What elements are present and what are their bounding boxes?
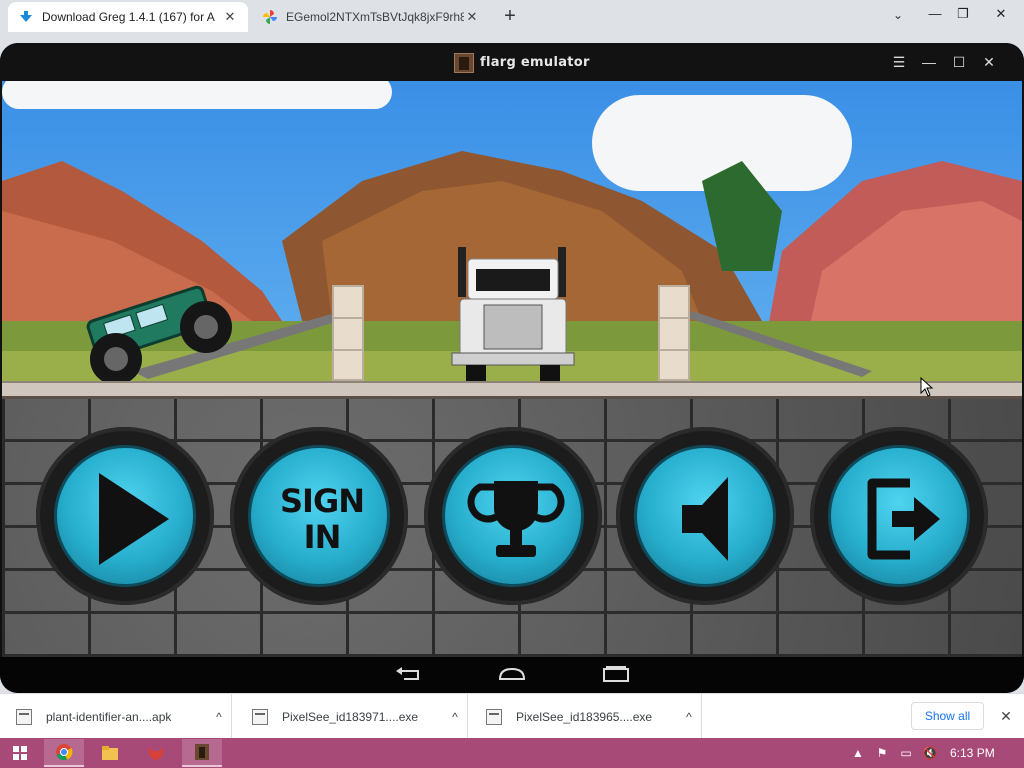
play-button[interactable] <box>36 427 214 605</box>
stone-pillar <box>658 285 690 381</box>
exit-button-face <box>828 445 970 587</box>
chevron-up-icon[interactable]: ^ <box>677 710 701 724</box>
emulator-app-icon <box>195 744 209 760</box>
white-truck-sprite <box>451 247 575 383</box>
tab-egemol[interactable]: EGemol2NTXmTsBVtJqk8jxF9rh8 ✕ <box>252 2 490 32</box>
ground-strip <box>2 381 1022 399</box>
file-explorer-icon <box>102 746 118 760</box>
window-restore-button[interactable]: ❐ <box>946 0 980 30</box>
play-icon <box>57 448 199 590</box>
flag-icon[interactable]: ⚑ <box>874 745 890 761</box>
emulator-minimize-button[interactable]: — <box>916 51 942 73</box>
download-filename: plant-identifier-an....apk <box>46 709 172 724</box>
emulator-title: flarg emulator <box>480 55 590 70</box>
tab-close-button[interactable]: ✕ <box>222 9 238 25</box>
file-icon <box>16 708 32 725</box>
play-button-face <box>54 445 196 587</box>
download-item[interactable]: PixelSee_id183965....exe ^ <box>470 694 702 739</box>
leaderboard-button-face <box>442 445 584 587</box>
window-close-button[interactable]: ✕ <box>984 0 1018 30</box>
download-arrow-icon <box>20 11 32 22</box>
download-filename: PixelSee_id183965....exe <box>516 709 653 724</box>
download-filename: PixelSee_id183971....exe <box>282 709 419 724</box>
exit-button[interactable] <box>810 427 988 605</box>
file-icon <box>486 708 502 725</box>
network-icon[interactable]: ▭ <box>898 745 914 761</box>
sign-in-line-2: IN <box>303 518 342 556</box>
tab-search-chevron-icon[interactable]: ⌄ <box>888 8 908 28</box>
speaker-icon <box>637 448 779 590</box>
mouse-cursor-icon <box>920 377 934 397</box>
android-nav-bar <box>0 657 1024 693</box>
emulator-menu-button[interactable]: ☰ <box>886 51 912 73</box>
trophy-icon <box>445 448 587 590</box>
exit-door-icon <box>831 448 973 590</box>
download-item[interactable]: plant-identifier-an....apk ^ <box>0 694 232 739</box>
chevron-up-icon[interactable]: ^ <box>207 710 231 724</box>
cloud <box>2 81 392 109</box>
sign-in-button[interactable]: SIGN IN <box>230 427 408 605</box>
file-icon <box>252 708 268 725</box>
leaderboard-button[interactable] <box>424 427 602 605</box>
home-icon[interactable] <box>492 663 532 685</box>
stone-pillar <box>332 285 364 381</box>
tab-close-button[interactable]: ✕ <box>464 9 480 25</box>
sign-in-label: SIGN IN <box>251 448 393 590</box>
windows-taskbar: ▲ ⚑ ▭ 🔇 6:13 PM <box>0 738 1024 768</box>
recents-icon[interactable] <box>596 663 636 685</box>
new-tab-button[interactable]: + <box>498 5 522 29</box>
browser-tab-strip: Download Greg 1.4.1 (167) for A ✕ EGemol… <box>0 0 1024 36</box>
tab-download-greg[interactable]: Download Greg 1.4.1 (167) for A ✕ <box>8 2 248 32</box>
chevron-up-icon[interactable]: ^ <box>443 710 467 724</box>
shelf-close-button[interactable]: ✕ <box>996 702 1016 730</box>
tab-title: EGemol2NTXmTsBVtJqk8jxF9rh8 <box>286 10 464 24</box>
taskbar-clock[interactable]: 6:13 PM <box>950 746 995 760</box>
sign-in-button-face: SIGN IN <box>248 445 390 587</box>
photos-pinwheel-icon <box>263 10 277 24</box>
taskbar-fox-app[interactable] <box>136 739 176 767</box>
sound-button-face <box>634 445 776 587</box>
show-all-button[interactable]: Show all <box>911 702 984 730</box>
back-icon[interactable] <box>388 663 428 685</box>
emulator-logo-icon <box>454 53 474 73</box>
taskbar-emulator-app[interactable] <box>182 739 222 767</box>
chrome-icon <box>56 744 73 761</box>
taskbar-file-explorer[interactable] <box>90 739 130 767</box>
volume-muted-icon[interactable]: 🔇 <box>922 745 938 761</box>
taskbar-chrome[interactable] <box>44 739 84 767</box>
sound-button[interactable] <box>616 427 794 605</box>
emulator-maximize-button[interactable]: ☐ <box>946 51 972 73</box>
emulator-window: flarg emulator ☰ — ☐ ✕ SIGN IN <box>0 43 1024 693</box>
sign-in-line-1: SIGN <box>280 482 365 520</box>
windows-start-icon <box>13 746 27 760</box>
tab-title: Download Greg 1.4.1 (167) for A <box>42 10 215 24</box>
downloads-shelf: plant-identifier-an....apk ^ PixelSee_id… <box>0 693 1024 739</box>
emulator-title-bar[interactable]: flarg emulator ☰ — ☐ ✕ <box>0 43 1024 81</box>
start-button[interactable] <box>0 739 40 767</box>
game-screen[interactable]: SIGN IN <box>2 81 1022 657</box>
show-hidden-icons-icon[interactable]: ▲ <box>850 745 866 761</box>
green-jeep-sprite <box>86 285 232 385</box>
download-item[interactable]: PixelSee_id183971....exe ^ <box>236 694 468 739</box>
emulator-close-button[interactable]: ✕ <box>976 51 1002 73</box>
fox-app-icon <box>148 747 164 760</box>
